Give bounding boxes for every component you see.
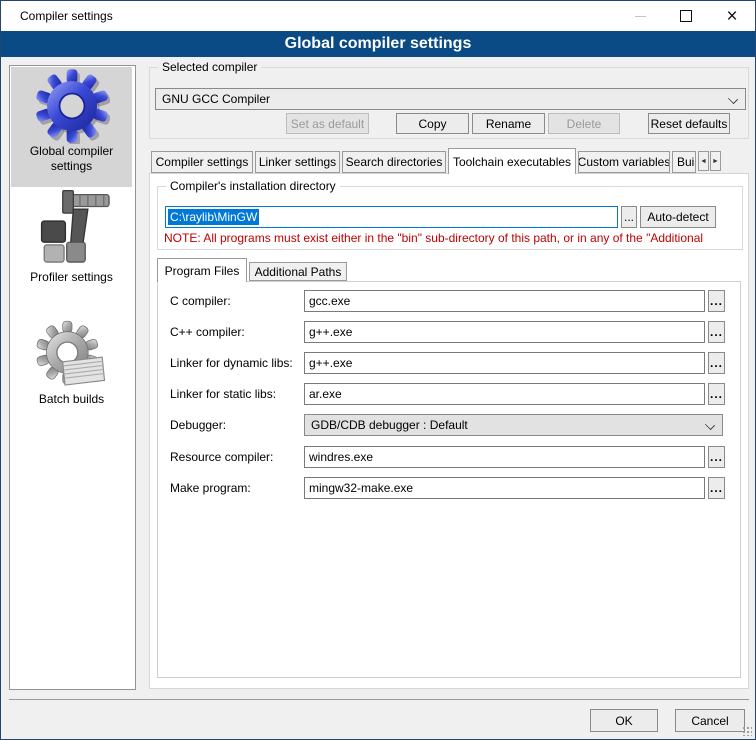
delete-button[interactable]: Delete [548,113,620,134]
minimize-button[interactable] [617,1,663,31]
maximize-icon [680,10,692,22]
sidebar-item-profiler-settings[interactable]: Profiler settings [11,188,132,294]
copy-button[interactable]: Copy [396,113,469,134]
title-bar: Compiler settings × [1,1,755,31]
dialog-header-title: Global compiler settings [285,35,472,53]
tab-scroll-right-button[interactable]: ► [710,151,721,171]
reset-defaults-button[interactable]: Reset defaults [648,113,730,134]
sidebar-item-label: Profiler settings [30,270,113,285]
c-compiler-label: C compiler: [170,294,231,308]
tab-linker-settings[interactable]: Linker settings [255,151,340,173]
linker-static-browse-button[interactable]: ... [708,383,725,405]
installation-directory-group-title: Compiler's installation directory [166,179,340,194]
cpp-compiler-browse-button[interactable]: ... [708,321,725,343]
browse-directory-button[interactable]: ... [621,206,637,228]
tab-build-options[interactable]: Build options [672,151,696,173]
tab-scroll-left-button[interactable]: ◄ [698,151,709,171]
ellipsis-icon: ... [710,481,723,495]
cancel-button[interactable]: Cancel [675,709,745,732]
ellipsis-icon: ... [710,356,723,370]
tab-custom-variables[interactable]: Custom variables [578,151,670,173]
debugger-dropdown[interactable]: GDB/CDB debugger : Default [304,414,723,436]
debugger-value: GDB/CDB debugger : Default [311,418,468,432]
linker-static-input[interactable] [304,383,705,405]
c-compiler-input[interactable] [304,290,705,312]
linker-dynamic-label: Linker for dynamic libs: [170,356,293,370]
set-as-default-button[interactable]: Set as default [286,113,369,134]
close-icon: × [726,7,737,26]
reset-defaults-label: Reset defaults [651,117,728,131]
rename-button[interactable]: Rename [472,113,545,134]
caption-buttons: × [617,1,755,31]
tab-label: Compiler settings [156,155,249,169]
subtab-additional-paths[interactable]: Additional Paths [249,262,347,281]
chevron-down-icon [728,94,738,104]
ellipsis-icon: ... [710,450,723,464]
cpp-compiler-label: C++ compiler: [170,325,245,339]
subtab-program-files[interactable]: Program Files [157,258,247,282]
tab-toolchain-executables[interactable]: Toolchain executables [448,148,576,174]
delete-label: Delete [567,117,602,131]
make-program-browse-button[interactable]: ... [708,477,725,499]
window-title: Compiler settings [20,9,113,23]
resource-compiler-label: Resource compiler: [170,450,273,464]
ellipsis-icon: ... [710,387,723,401]
subtab-label: Additional Paths [255,265,342,279]
sidebar-item-global-compiler-settings[interactable]: Global compiler settings [11,67,132,187]
tab-search-directories[interactable]: Search directories [342,151,446,173]
ok-label: OK [615,714,632,728]
maximize-button[interactable] [663,1,709,31]
minimize-icon [635,16,646,17]
tab-label: Build options [677,155,696,169]
tab-label: Toolchain executables [453,155,571,169]
arrow-left-icon: ◄ [700,158,707,165]
subtab-label: Program Files [165,264,240,278]
make-program-label: Make program: [170,481,251,495]
rename-label: Rename [486,117,531,131]
cancel-label: Cancel [691,714,728,728]
selected-compiler-group-title: Selected compiler [158,60,261,75]
tab-compiler-settings[interactable]: Compiler settings [151,151,253,173]
chevron-down-icon [705,420,715,430]
auto-detect-label: Auto-detect [647,210,708,224]
dialog-header: Global compiler settings [1,31,755,57]
installation-directory-input[interactable]: C:\raylib\MinGW [165,206,618,228]
resize-grip[interactable] [742,726,752,736]
sidebar-item-label: Batch builds [39,392,104,407]
close-button[interactable]: × [709,1,755,31]
make-program-input[interactable] [304,477,705,499]
gear-stack-icon [34,320,110,392]
resource-compiler-input[interactable] [304,446,705,468]
ellipsis-icon: ... [710,325,723,339]
auto-detect-button[interactable]: Auto-detect [640,206,716,228]
set-as-default-label: Set as default [291,117,364,131]
arrow-right-icon: ► [712,158,719,165]
ellipsis-icon: ... [710,294,723,308]
settings-category-sidebar: Global compiler settings Profiler settin… [9,65,136,690]
linker-static-label: Linker for static libs: [170,387,276,401]
installation-directory-value: C:\raylib\MinGW [168,209,259,225]
tab-label: Search directories [346,155,443,169]
linker-dynamic-browse-button[interactable]: ... [708,352,725,374]
selected-compiler-dropdown[interactable]: GNU GCC Compiler [155,88,746,110]
tab-label: Custom variables [578,155,670,169]
c-compiler-browse-button[interactable]: ... [708,290,725,312]
caliper-icon [29,188,115,270]
cpp-compiler-input[interactable] [304,321,705,343]
sidebar-item-label: Global compiler settings [11,144,132,174]
selected-compiler-value: GNU GCC Compiler [162,92,270,106]
tab-label: Linker settings [259,155,336,169]
ok-button[interactable]: OK [590,709,658,732]
debugger-label: Debugger: [170,418,226,432]
ellipsis-icon: ... [624,210,634,224]
footer-divider [9,699,749,700]
compiler-settings-window: Compiler settings × Global compiler sett… [0,0,756,740]
linker-dynamic-input[interactable] [304,352,705,374]
sidebar-item-batch-builds[interactable]: Batch builds [11,320,132,420]
resource-compiler-browse-button[interactable]: ... [708,446,725,468]
blue-gear-icon [34,68,110,144]
copy-label: Copy [418,117,446,131]
note-text: NOTE: All programs must exist either in … [164,231,740,246]
